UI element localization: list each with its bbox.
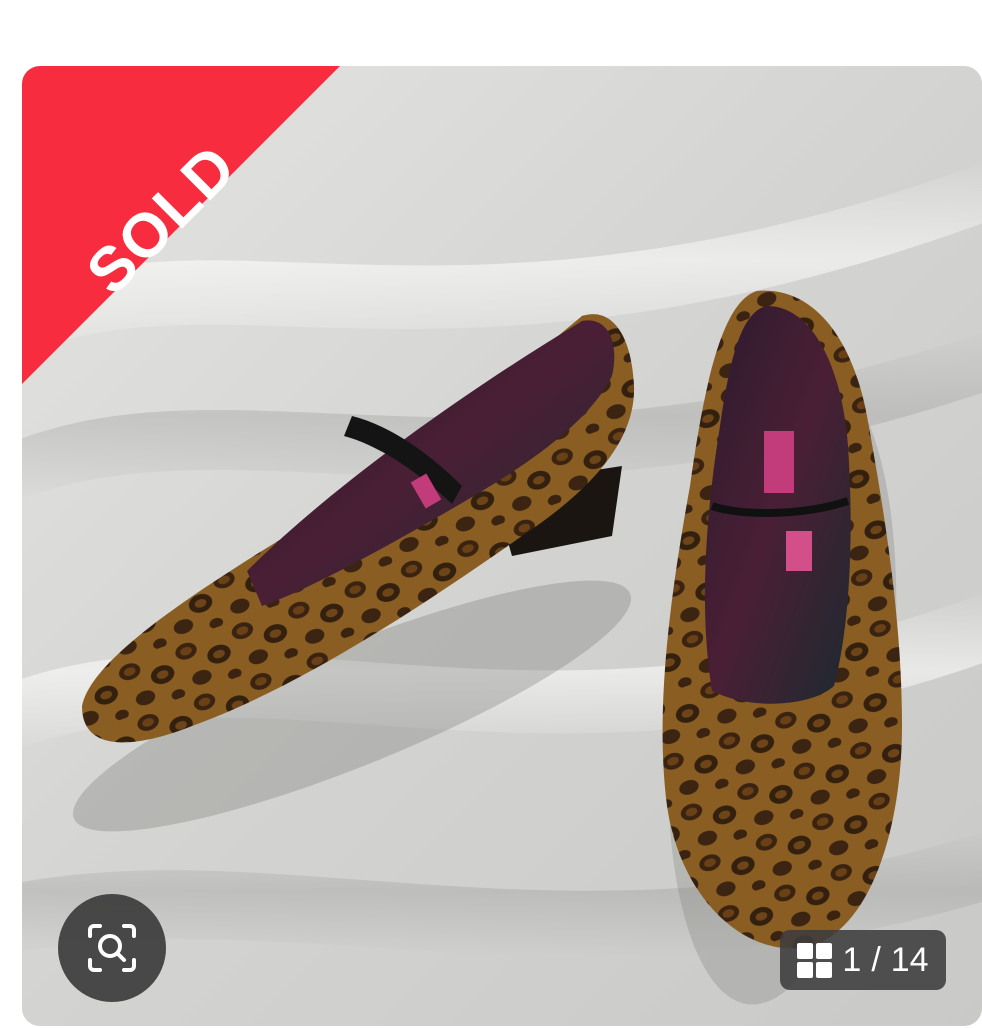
- zoom-button[interactable]: [58, 894, 166, 1002]
- grid-icon: [797, 942, 833, 978]
- zoom-search-icon: [88, 924, 136, 972]
- image-counter-current: 1: [842, 940, 862, 979]
- product-photo[interactable]: [22, 66, 982, 1026]
- image-counter[interactable]: 1 / 14: [780, 930, 946, 990]
- product-image-gallery[interactable]: SOLD 1 / 14: [22, 66, 982, 1026]
- image-counter-separator: /: [871, 940, 881, 979]
- image-counter-total: 14: [890, 940, 929, 979]
